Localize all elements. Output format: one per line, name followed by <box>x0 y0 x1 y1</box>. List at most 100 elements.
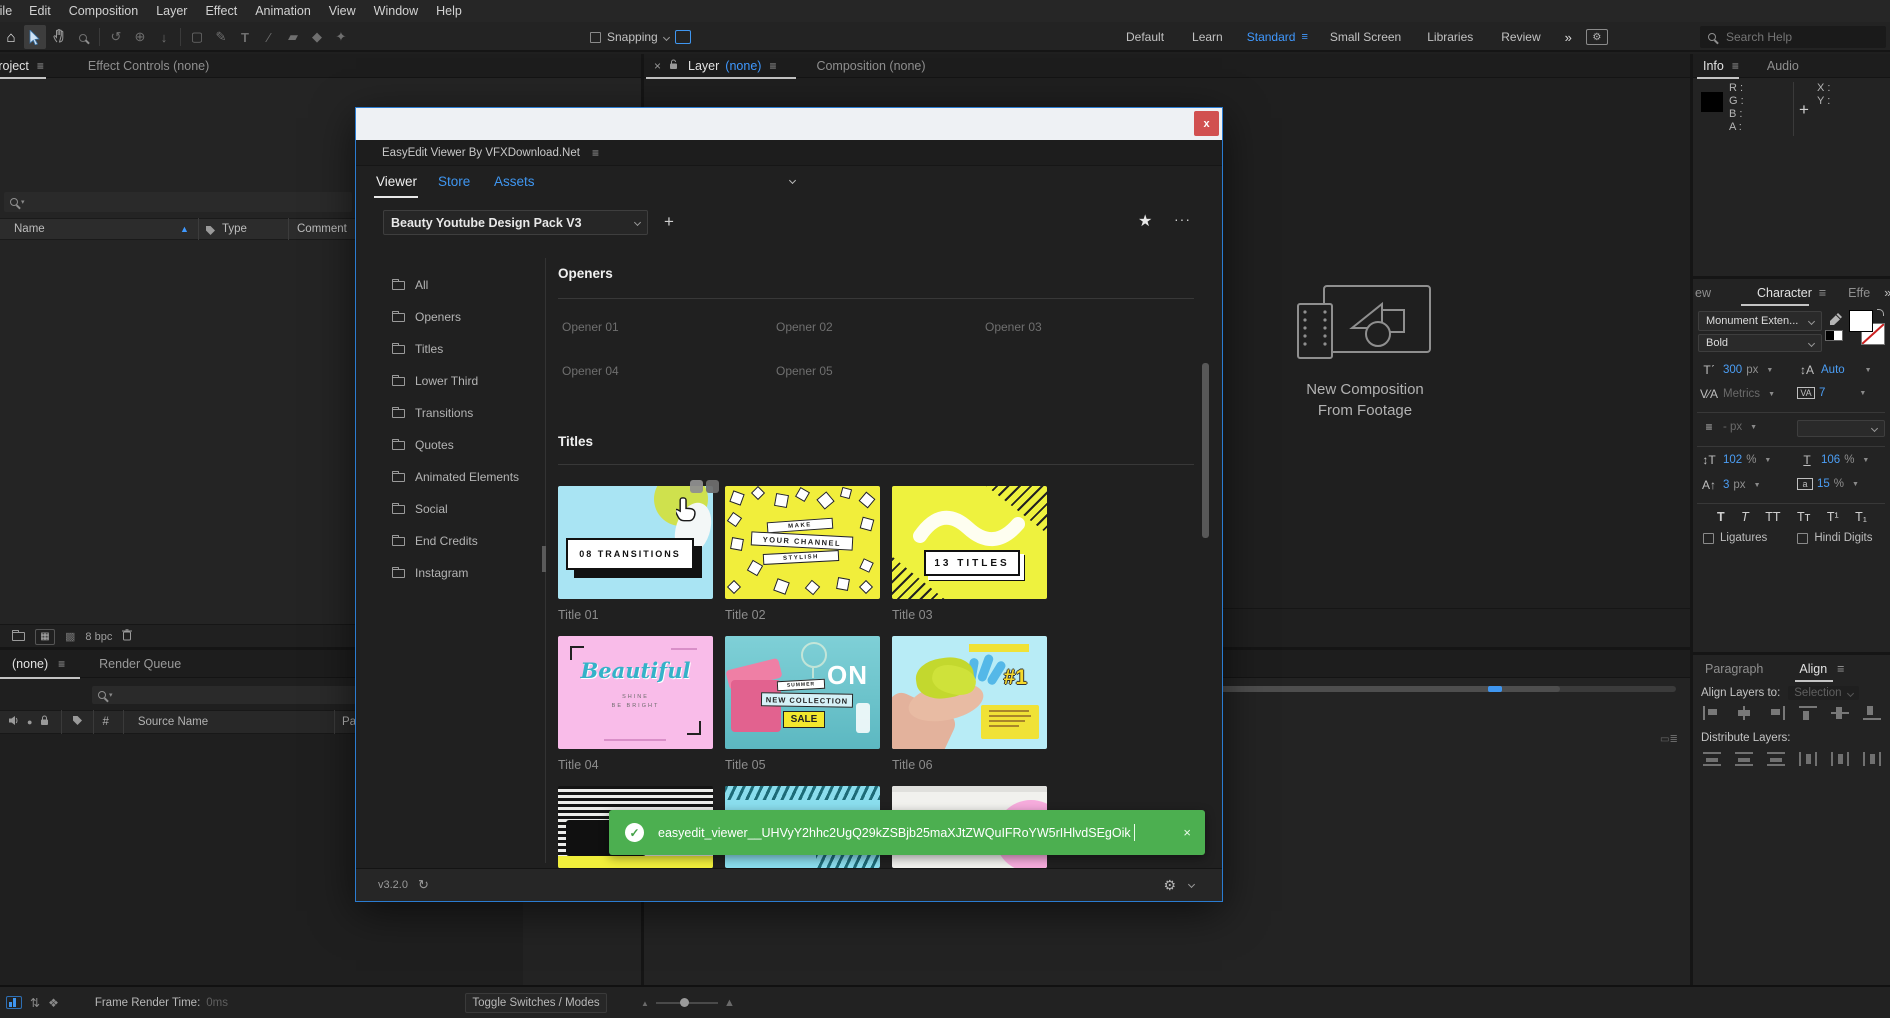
distribute-right-button[interactable] <box>1863 752 1881 766</box>
ligatures-checkbox[interactable] <box>1703 533 1714 544</box>
dialog-panel-title[interactable]: EasyEdit Viewer By VFXDownload.Net <box>382 147 580 159</box>
type-tool-icon[interactable]: T <box>234 30 256 45</box>
shape-tool-icon[interactable]: ▢ <box>186 29 208 45</box>
folder-item-social[interactable]: Social <box>392 502 448 516</box>
folder-item-openers[interactable]: Openers <box>392 310 461 324</box>
font-style-select[interactable]: Bold <box>1698 334 1822 352</box>
divider-drag-handle[interactable] <box>542 546 546 572</box>
hand-tool-icon[interactable] <box>48 29 70 46</box>
subscript-button[interactable]: T₁ <box>1855 510 1867 524</box>
folder-item-quotes[interactable]: Quotes <box>392 438 454 452</box>
expand-layers-icon[interactable]: ⇅ <box>30 996 40 1010</box>
opener-item-01[interactable]: Opener 01 <box>562 320 619 334</box>
zoom-tool-icon[interactable] <box>72 30 94 45</box>
stroke-style-select[interactable] <box>1797 420 1885 437</box>
column-type[interactable]: Type <box>222 223 247 235</box>
tab-align[interactable]: Align <box>1799 662 1827 676</box>
font-family-select[interactable]: Monument Exten... <box>1698 311 1822 331</box>
sort-ascending-icon[interactable]: ▲ <box>180 224 189 234</box>
distribute-bottom-button[interactable] <box>1767 752 1785 766</box>
timeline-search-box[interactable]: ▾ <box>92 686 356 704</box>
thumbnail-title-04[interactable]: Beautiful SHINE BE BRIGHT <box>558 636 713 749</box>
stroke-width-value[interactable]: - px <box>1723 421 1742 433</box>
home-icon[interactable]: ⌂ <box>0 29 22 46</box>
workspace-standard-active[interactable]: Standard≡ <box>1237 30 1318 44</box>
refresh-icon[interactable]: ↻ <box>418 877 429 893</box>
project-search-box[interactable]: ▾ <box>4 192 352 212</box>
tab-composition[interactable]: Composition (none) <box>816 59 925 73</box>
opener-item-04[interactable]: Opener 04 <box>562 364 619 378</box>
thumbnail-title-02[interactable]: MAKE YOUR CHANNEL STYLISH <box>725 486 880 599</box>
horizontal-scale-value[interactable]: 106 <box>1821 454 1840 466</box>
zoom-out-mountain-icon[interactable]: ▲ <box>641 999 649 1008</box>
faux-italic-button[interactable]: T <box>1741 510 1749 524</box>
column-name[interactable]: Name <box>14 223 45 235</box>
folder-item-transitions[interactable]: Transitions <box>392 406 473 420</box>
dialog-titlebar[interactable]: x <box>356 108 1222 140</box>
dialog-panel-menu-icon[interactable]: ≡ <box>592 146 599 160</box>
tab-timeline-none[interactable]: (none) <box>12 657 48 671</box>
tab-effect-controls[interactable]: Effect Controls (none) <box>88 59 209 73</box>
column-source-name[interactable]: Source Name <box>138 716 208 728</box>
new-folder-icon[interactable] <box>12 632 25 641</box>
snap-guides-icon[interactable] <box>675 30 691 44</box>
menu-window[interactable]: Window <box>365 4 427 18</box>
tab-layer[interactable]: Layer <box>688 59 719 73</box>
tab-preview-clipped[interactable]: ew <box>1695 286 1711 300</box>
column-parent[interactable]: Parent <box>342 716 356 728</box>
dialog-collapse-chevron-icon[interactable] <box>789 177 796 184</box>
eraser-tool-icon[interactable]: ◆ <box>306 29 328 45</box>
stamp-tool-icon[interactable]: ▰ <box>282 29 304 45</box>
favorite-star-icon[interactable]: ★ <box>1138 211 1152 231</box>
title-item-04-label[interactable]: Title 04 <box>558 758 599 772</box>
workspace-default[interactable]: Default <box>1112 30 1178 44</box>
add-pack-button[interactable]: + <box>664 212 674 232</box>
menu-file[interactable]: File <box>0 4 20 18</box>
align-to-select[interactable]: Selection <box>1788 686 1858 700</box>
character-panel-menu-icon[interactable]: ≡ <box>1819 286 1826 300</box>
unlock-icon[interactable] <box>669 59 678 73</box>
camera-tool-icon[interactable]: ⊕ <box>129 29 151 45</box>
timeline-panel-menu-icon[interactable]: ≡ <box>58 657 65 671</box>
vertical-scale-value[interactable]: 102 <box>1723 454 1742 466</box>
baseline-shift-value[interactable]: 3 <box>1723 479 1729 491</box>
tab-paragraph[interactable]: Paragraph <box>1705 662 1763 676</box>
opener-item-02[interactable]: Opener 02 <box>776 320 833 334</box>
label-tag-icon[interactable] <box>205 225 216 239</box>
leading-value[interactable]: Auto <box>1821 364 1845 376</box>
font-size-value[interactable]: 300 <box>1723 364 1742 376</box>
zoom-in-mountain-icon[interactable]: ▲ <box>724 997 735 1009</box>
pack-select[interactable]: Beauty Youtube Design Pack V3 <box>383 210 648 235</box>
tab-project[interactable]: Project <box>0 59 29 73</box>
tab-render-queue[interactable]: Render Queue <box>99 657 181 671</box>
menu-composition[interactable]: Composition <box>60 4 147 18</box>
menu-edit[interactable]: Edit <box>20 4 60 18</box>
folder-item-lower-third[interactable]: Lower Third <box>392 374 478 388</box>
project-panel-menu-icon[interactable]: ≡ <box>37 59 44 73</box>
menu-animation[interactable]: Animation <box>246 4 320 18</box>
column-comment[interactable]: Comment <box>297 223 347 235</box>
title-item-06-label[interactable]: Title 06 <box>892 758 933 772</box>
video-eye-icon[interactable]: ● <box>27 717 32 727</box>
timeline-toggles-icon[interactable]: ▭≣ <box>1660 734 1678 745</box>
folder-item-all[interactable]: All <box>392 278 428 292</box>
toast-close-icon[interactable]: × <box>1183 825 1191 840</box>
align-panel-menu-icon[interactable]: ≡ <box>1837 662 1844 676</box>
menu-help[interactable]: Help <box>427 4 471 18</box>
adjust-icon[interactable]: ▩ <box>65 630 75 643</box>
thumbnail-title-06[interactable]: #1 <box>892 636 1047 749</box>
new-comp-from-footage-button[interactable]: New Composition From Footage <box>1265 282 1465 421</box>
rotation-tool-icon[interactable]: ↺ <box>105 29 127 45</box>
workspace-learn[interactable]: Learn <box>1178 30 1237 44</box>
pan-behind-tool-icon[interactable]: ↓ <box>153 30 175 45</box>
tracking-value[interactable]: 7 <box>1819 387 1825 399</box>
pen-tool-icon[interactable]: ✎ <box>210 29 232 45</box>
dialog-tab-viewer[interactable]: Viewer <box>376 174 417 189</box>
align-bottom-button[interactable] <box>1863 706 1881 720</box>
opener-item-03[interactable]: Opener 03 <box>985 320 1042 334</box>
default-colors-icon[interactable] <box>1825 330 1843 341</box>
eyedropper-icon[interactable] <box>1829 312 1843 329</box>
dialog-scrollbar-thumb[interactable] <box>1202 363 1209 538</box>
tsume-value[interactable]: 15 <box>1817 478 1830 490</box>
tab-effects-clipped[interactable]: Effe <box>1848 286 1870 300</box>
